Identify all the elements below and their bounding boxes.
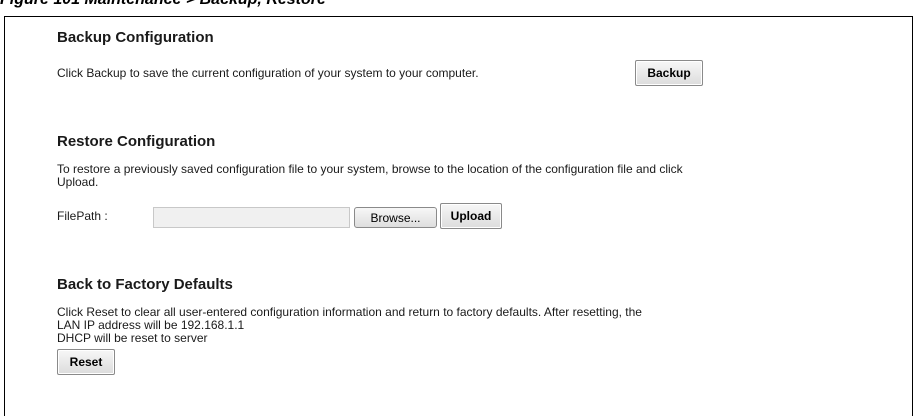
- backup-description: Click Backup to save the current configu…: [57, 66, 479, 80]
- backup-restore-panel: Backup Configuration Click Backup to sav…: [4, 16, 913, 416]
- restore-section-title: Restore Configuration: [57, 133, 216, 150]
- factory-section-title: Back to Factory Defaults: [57, 276, 233, 293]
- restore-description-line1: To restore a previously saved configurat…: [57, 162, 683, 176]
- factory-description-line3: DHCP will be reset to server: [57, 331, 208, 345]
- backup-section-title: Backup Configuration: [57, 29, 214, 46]
- restore-description-line2: Upload.: [57, 175, 99, 189]
- upload-button[interactable]: Upload: [440, 203, 502, 229]
- browse-button[interactable]: Browse...: [354, 207, 437, 228]
- figure-caption: Figure 101 Maintenance > Backup, Restore: [0, 0, 326, 9]
- backup-button[interactable]: Backup: [635, 60, 703, 86]
- reset-button[interactable]: Reset: [57, 349, 115, 375]
- filepath-input[interactable]: [153, 207, 350, 228]
- filepath-label: FilePath :: [57, 209, 108, 223]
